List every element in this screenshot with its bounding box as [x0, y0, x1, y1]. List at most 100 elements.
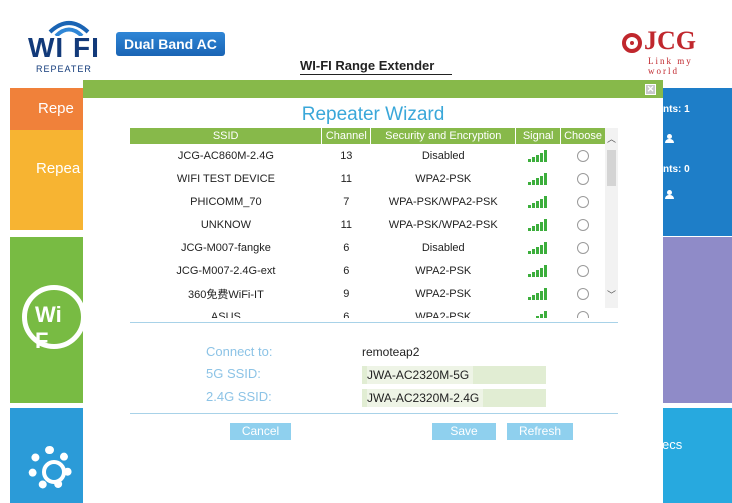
scrollbar-thumb[interactable]: [607, 150, 616, 186]
repeater-tile-label: Repe: [38, 100, 74, 117]
ssid-row[interactable]: JCG-M007-fangke 6 Disabled: [130, 236, 606, 259]
divider: [130, 322, 618, 323]
choose-cell: [561, 213, 606, 236]
cancel-button[interactable]: Cancel: [230, 423, 291, 440]
dual-band-badge: Dual Band AC: [116, 32, 225, 56]
scroll-down-icon[interactable]: ﹀: [607, 292, 616, 301]
close-icon[interactable]: ✕: [645, 84, 656, 95]
signal-strength-icon: [528, 264, 548, 277]
security-cell: WPA-PSK/WPA2-PSK: [388, 195, 498, 208]
channel-cell: 6: [343, 310, 350, 319]
ssid-row[interactable]: UNKNOW 11 WPA-PSK/WPA2-PSK: [130, 213, 606, 236]
security-cell: WPA2-PSK: [415, 264, 472, 277]
choose-cell: [561, 167, 606, 190]
signal-cell: [516, 213, 561, 236]
choose-cell: [561, 259, 606, 282]
wifi-repeater-logo: WI FI REPEATER: [28, 14, 110, 74]
ssid-cell: JCG-AC860M-2.4G: [177, 149, 274, 162]
signal-cell: [516, 282, 561, 305]
ssid-row[interactable]: ASUS 6 WPA2-PSK: [130, 305, 606, 318]
connect-to-value: remoteap2: [362, 345, 420, 359]
ssid-list[interactable]: SSID Channel Security and Encryption Sig…: [130, 128, 618, 318]
channel-cell: 13: [340, 149, 353, 162]
advanced-tile[interactable]: [655, 408, 732, 503]
jcg-logo: JCG Link my world: [622, 26, 722, 76]
ssid-row[interactable]: 360免费WiFi-IT 9 WPA2-PSK: [130, 282, 606, 305]
wifi-circle-icon: Wi F: [22, 285, 86, 353]
ssid-24g-input[interactable]: JWA-AC2320M-2.4G: [362, 389, 546, 407]
choose-radio[interactable]: [577, 172, 590, 185]
signal-cell: [516, 190, 561, 213]
save-button[interactable]: Save: [432, 423, 496, 440]
title-underline: [300, 74, 452, 75]
repeater-mode-label: Repea: [36, 160, 81, 177]
status-tile[interactable]: [655, 237, 732, 403]
product-title: WI-FI Range Extender: [300, 58, 435, 73]
security-cell: WPA2-PSK: [415, 310, 472, 319]
repeater-mode-tile[interactable]: Repea: [10, 130, 90, 230]
logo-subtext: REPEATER: [36, 64, 92, 74]
ssid-5g-value: JWA-AC2320M-5G: [367, 366, 474, 384]
channel-cell: 11: [340, 218, 353, 231]
choose-cell: [561, 236, 606, 259]
header: WI FI REPEATER Dual Band AC WI-FI Range …: [0, 0, 732, 78]
channel-cell: 11: [340, 172, 353, 185]
choose-radio[interactable]: [577, 287, 590, 300]
modal-titlebar: [83, 80, 663, 98]
choose-cell: [561, 190, 606, 213]
ssid-cell: ASUS: [210, 310, 241, 319]
signal-cell: [516, 305, 561, 318]
security-cell: Disabled: [421, 241, 465, 254]
ssid-5g-input[interactable]: JWA-AC2320M-5G: [362, 366, 546, 384]
security-cell: WPA2-PSK: [415, 172, 472, 185]
choose-radio[interactable]: [577, 149, 590, 162]
signal-strength-icon: [528, 172, 548, 185]
jcg-mark-icon: [622, 33, 642, 53]
wifi-circle-text: Wi F: [35, 302, 62, 353]
clients-count-1: nts: 1: [663, 104, 690, 115]
user-icon: [665, 134, 674, 143]
logo-text: WI FI: [28, 32, 100, 63]
signal-strength-icon: [528, 241, 548, 254]
divider: [130, 413, 618, 414]
user-icon: [665, 190, 674, 199]
channel-cell: 9: [343, 287, 350, 300]
signal-strength-icon: [528, 195, 548, 208]
connect-to-label: Connect to:: [206, 344, 273, 359]
brand-name: JCG: [644, 26, 696, 55]
ssid-cell: PHICOMM_70: [190, 195, 262, 208]
ssid-cell: UNKNOW: [200, 218, 251, 231]
signal-cell: [516, 144, 561, 167]
clients-count-2: nts: 0: [663, 164, 690, 175]
ssid-row[interactable]: JCG-AC860M-2.4G 13 Disabled: [130, 144, 606, 167]
choose-radio[interactable]: [577, 310, 590, 318]
signal-strength-icon: [528, 287, 548, 300]
security-cell: WPA2-PSK: [415, 287, 472, 300]
channel-cell: 7: [343, 195, 350, 208]
gear-icon: [28, 446, 72, 490]
scroll-up-icon[interactable]: ︿: [607, 136, 616, 145]
choose-cell: [561, 282, 606, 305]
choose-radio[interactable]: [577, 195, 590, 208]
choose-cell: [561, 144, 606, 167]
ssid-row[interactable]: WIFI TEST DEVICE 11 WPA2-PSK: [130, 167, 606, 190]
column-header: Choose: [560, 128, 606, 144]
ssid-cell: WIFI TEST DEVICE: [176, 172, 275, 185]
ssid-row[interactable]: JCG-M007-2.4G-ext 6 WPA2-PSK: [130, 259, 606, 282]
signal-cell: [516, 167, 561, 190]
signal-cell: [516, 259, 561, 282]
column-header: Channel: [321, 128, 372, 144]
security-cell: WPA-PSK/WPA2-PSK: [388, 218, 498, 231]
ssid-row[interactable]: PHICOMM_70 7 WPA-PSK/WPA2-PSK: [130, 190, 606, 213]
dialog-title: Repeater Wizard: [301, 104, 445, 125]
choose-radio[interactable]: [577, 264, 590, 277]
list-scrollbar[interactable]: ︿ ﹀: [605, 128, 618, 308]
choose-radio[interactable]: [577, 218, 590, 231]
ssid-table: SSID Channel Security and Encryption Sig…: [130, 128, 606, 318]
column-header: Security and Encryption: [370, 128, 517, 144]
refresh-button[interactable]: Refresh: [507, 423, 573, 440]
ssid-cell: JCG-M007-fangke: [180, 241, 271, 254]
ssid-24g-value: JWA-AC2320M-2.4G: [367, 389, 484, 407]
repeater-tile[interactable]: Repe: [10, 88, 90, 130]
choose-radio[interactable]: [577, 241, 590, 254]
